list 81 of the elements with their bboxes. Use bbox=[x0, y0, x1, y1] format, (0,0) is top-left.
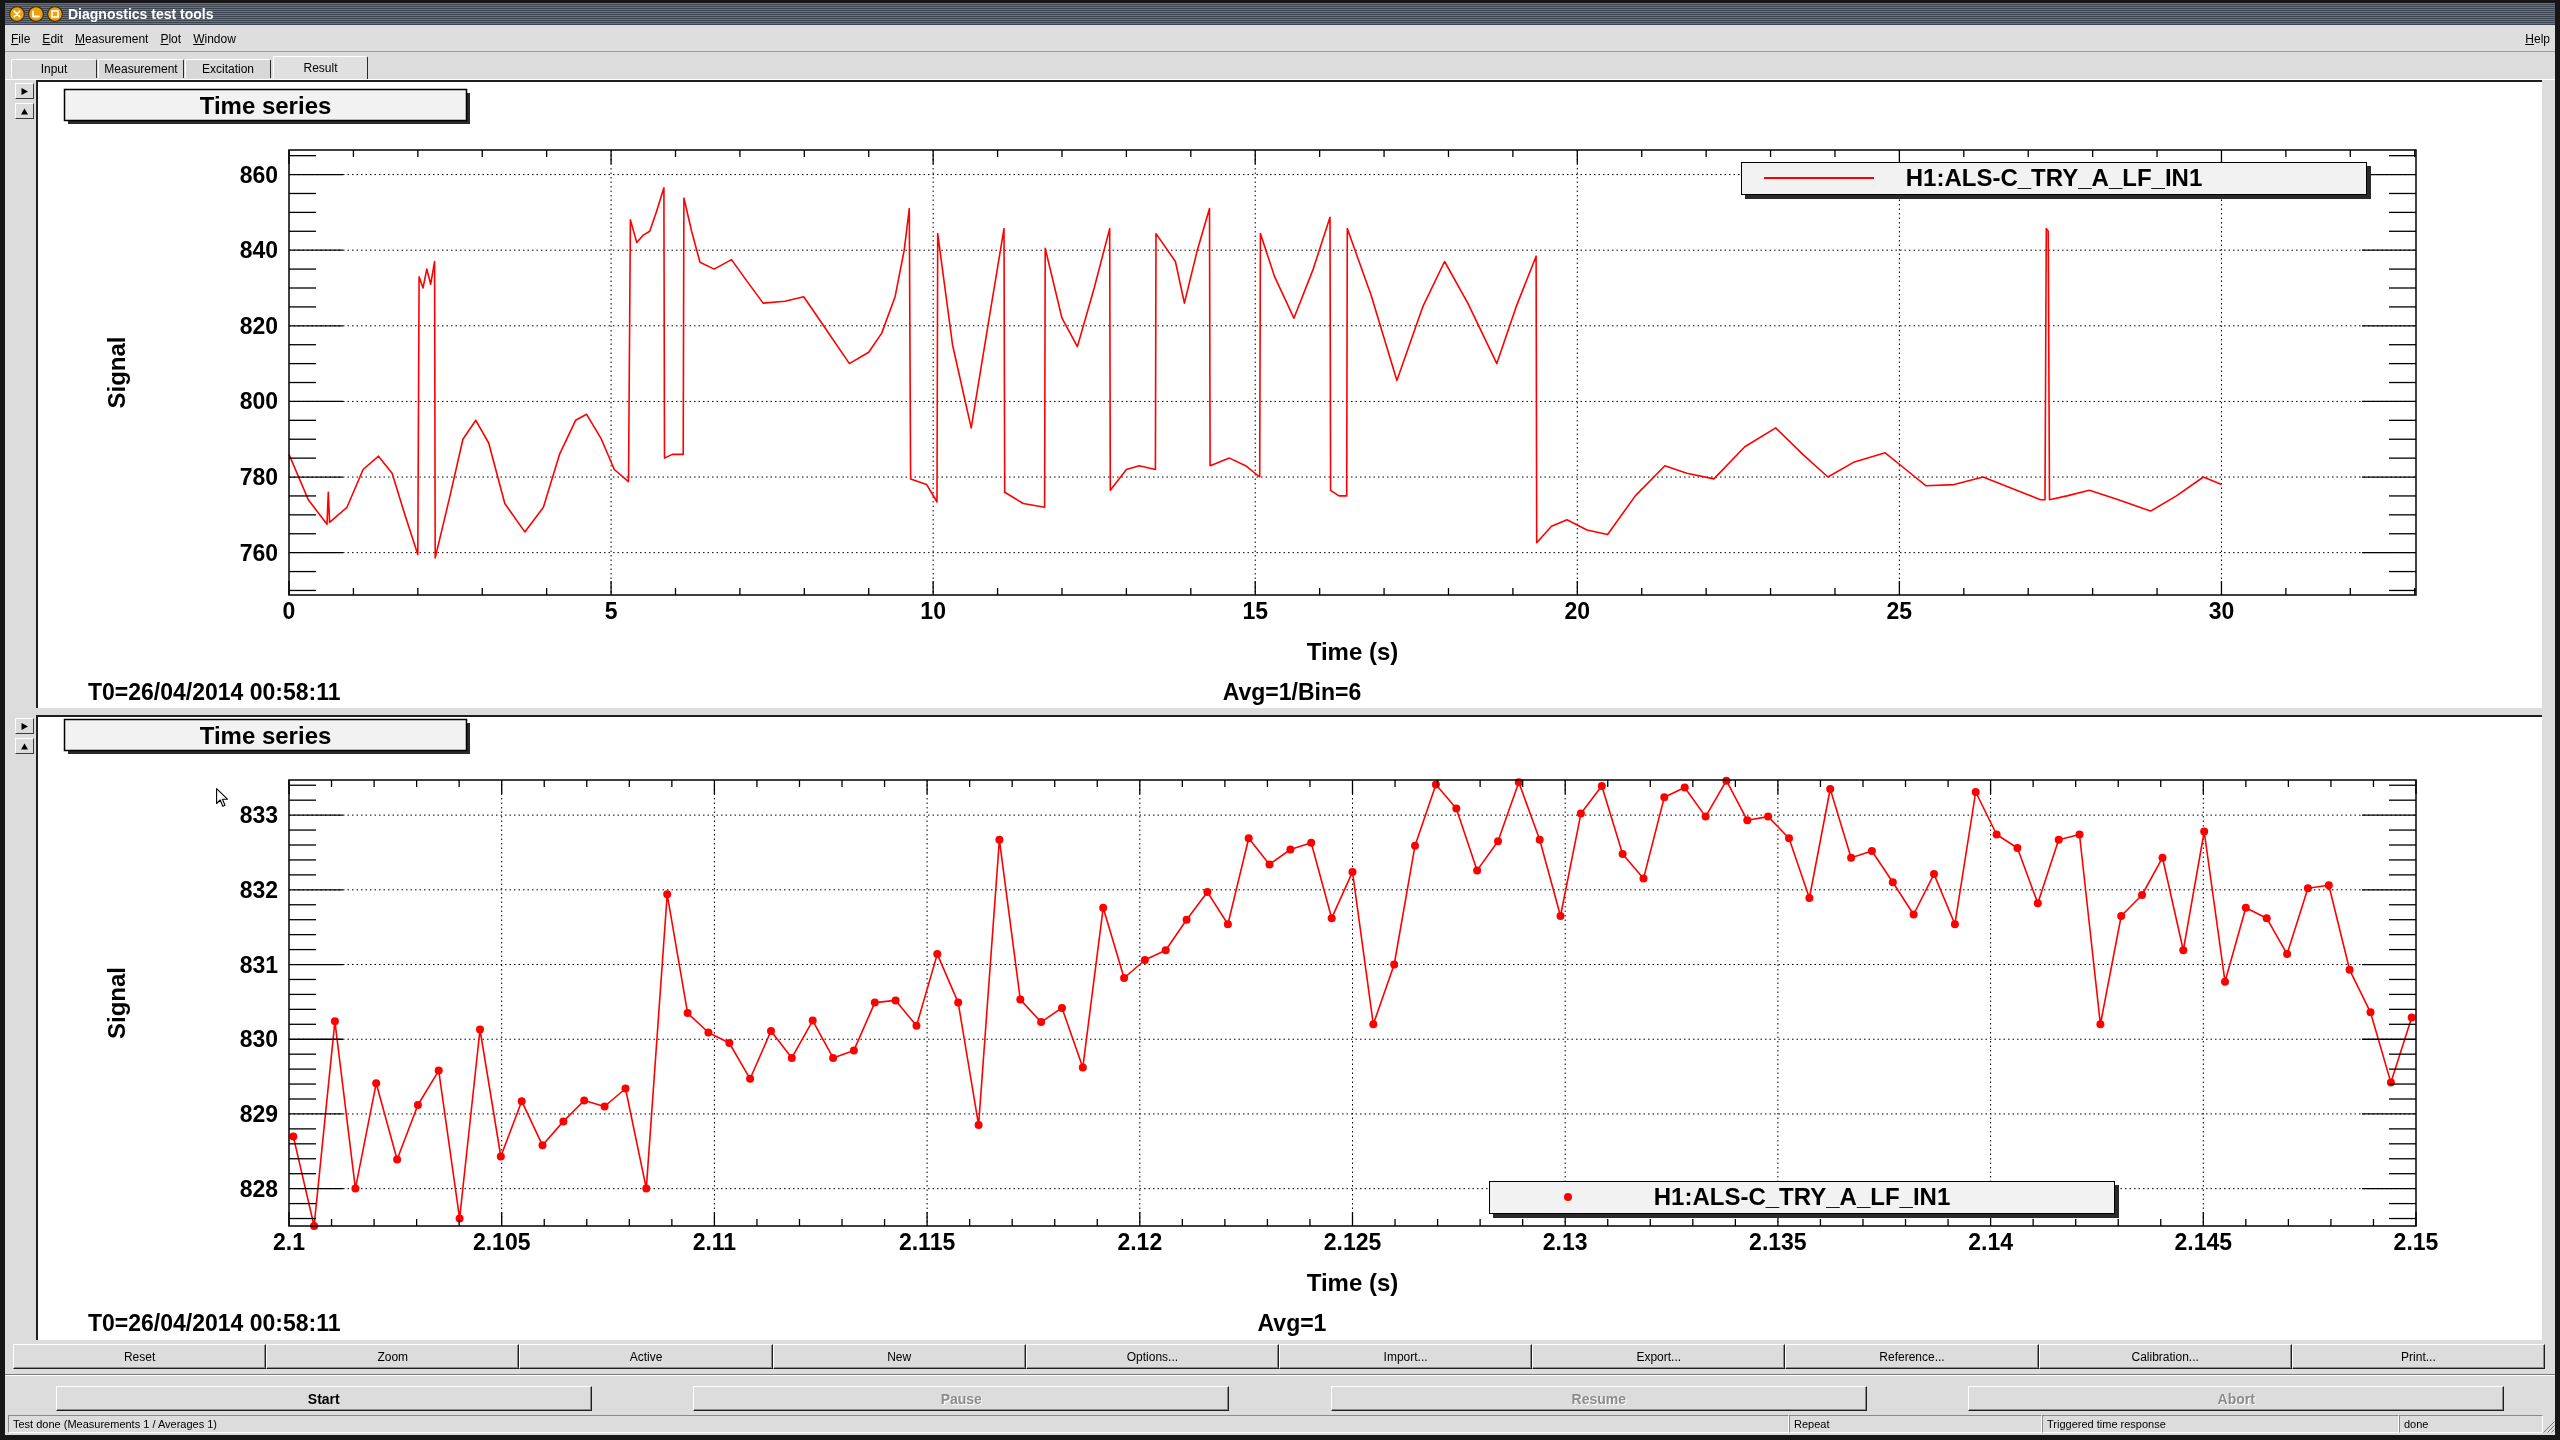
toolbar-button[interactable]: Active bbox=[519, 1344, 773, 1369]
right-arrow-button[interactable] bbox=[15, 718, 34, 734]
toolbar-button[interactable]: Export... bbox=[1532, 1344, 1786, 1369]
tick-label: 833 bbox=[239, 802, 278, 829]
run-button[interactable]: Start bbox=[55, 1386, 592, 1411]
triangle-right-icon bbox=[21, 87, 28, 95]
start-time-label: T0=26/04/2014 00:58:11 bbox=[88, 679, 341, 705]
legend-label: H1:ALS-C_TRY_A_LF_IN1 bbox=[1652, 1182, 1952, 1212]
status-field: Repeat bbox=[1789, 1415, 2042, 1433]
tick-label: 2.115 bbox=[898, 1229, 956, 1255]
tick-label: 760 bbox=[239, 539, 278, 566]
tab[interactable]: Measurement bbox=[98, 59, 184, 78]
tick-label: 5 bbox=[604, 598, 618, 624]
toolbar-button[interactable]: Print... bbox=[2291, 1344, 2545, 1369]
tick-label: 2.15 bbox=[2393, 1229, 2439, 1255]
toolbar-button[interactable]: Reference... bbox=[1785, 1344, 2039, 1369]
tick-label: 2.11 bbox=[692, 1229, 737, 1255]
right-arrow-button[interactable] bbox=[15, 83, 34, 99]
tab[interactable]: Excitation bbox=[185, 59, 271, 78]
toolbar-button[interactable]: Import... bbox=[1279, 1344, 1533, 1369]
axis-title: Signal bbox=[103, 336, 130, 409]
menu-item[interactable]: Plot bbox=[160, 31, 182, 46]
tick-label: 2.105 bbox=[472, 1229, 531, 1255]
status-field: done bbox=[2399, 1415, 2543, 1433]
menu-item[interactable]: Measurement bbox=[75, 31, 149, 46]
toolbar-button[interactable]: Calibration... bbox=[2038, 1344, 2292, 1369]
tick-label: 2.13 bbox=[1542, 1229, 1588, 1255]
tick-label: 829 bbox=[239, 1100, 278, 1127]
toolbar-button[interactable]: New bbox=[772, 1344, 1026, 1369]
tick-label: 2.125 bbox=[1323, 1229, 1382, 1255]
tick-label: 840 bbox=[239, 237, 278, 264]
menu-item[interactable]: Edit bbox=[42, 31, 64, 46]
tick-label: 0 bbox=[282, 598, 296, 624]
tick-label: 820 bbox=[239, 312, 278, 339]
resize-grip-icon bbox=[2543, 1421, 2555, 1433]
minimize-icon[interactable] bbox=[28, 6, 44, 22]
tick-label: 2.135 bbox=[1749, 1229, 1807, 1255]
tick-label: 828 bbox=[239, 1175, 278, 1202]
toolbar-button[interactable]: Options... bbox=[1025, 1344, 1279, 1369]
tick-label: 2.1 bbox=[273, 1229, 305, 1255]
plot-title: Time series bbox=[199, 721, 332, 749]
tick-label: 780 bbox=[239, 464, 278, 491]
axis-title: Signal bbox=[103, 967, 130, 1039]
tick-label: 2.145 bbox=[2174, 1229, 2233, 1255]
triangle-right-icon bbox=[21, 722, 28, 730]
tick-label: 830 bbox=[239, 1026, 278, 1053]
status-field: Triggered time response bbox=[2042, 1415, 2399, 1433]
averaging-label: Avg=1/Bin=6 bbox=[1222, 679, 1362, 705]
tick-label: 2.14 bbox=[1968, 1229, 2013, 1255]
triangle-up-icon bbox=[21, 107, 28, 115]
plot-title: Time series bbox=[199, 91, 332, 119]
legend-label: H1:ALS-C_TRY_A_LF_IN1 bbox=[1904, 163, 2204, 193]
start-time-label: T0=26/04/2014 00:58:11 bbox=[88, 1310, 341, 1336]
tick-label: 20 bbox=[1564, 598, 1591, 624]
tick-label: 860 bbox=[239, 161, 278, 188]
menu-item[interactable]: File bbox=[11, 31, 31, 46]
averaging-label: Avg=1 bbox=[1257, 1310, 1327, 1336]
window-title: Diagnostics test tools bbox=[68, 6, 214, 22]
tick-label: 2.12 bbox=[1117, 1229, 1163, 1255]
maximize-icon[interactable] bbox=[47, 6, 63, 22]
up-arrow-button[interactable] bbox=[15, 738, 34, 754]
tick-label: 832 bbox=[239, 876, 278, 903]
up-arrow-button[interactable] bbox=[15, 103, 34, 119]
menu-item[interactable]: Window bbox=[193, 31, 236, 46]
tick-label: 30 bbox=[2208, 598, 2235, 624]
help-menu[interactable]: Help bbox=[2525, 31, 2550, 46]
status-message: Test done (Measurements 1 / Averages 1) bbox=[8, 1415, 1789, 1433]
axis-title: Time (s) bbox=[1306, 638, 1399, 665]
toolbar-button[interactable]: Reset bbox=[13, 1344, 267, 1369]
tick-label: 25 bbox=[1886, 598, 1913, 624]
triangle-up-icon bbox=[21, 742, 28, 750]
tab[interactable]: Result bbox=[273, 56, 368, 79]
tick-label: 831 bbox=[239, 951, 278, 978]
tick-label: 10 bbox=[920, 598, 946, 624]
mouse-pointer-icon bbox=[216, 788, 228, 807]
tick-label: 15 bbox=[1242, 598, 1269, 624]
tab[interactable]: Input bbox=[11, 59, 97, 78]
tick-label: 800 bbox=[239, 388, 278, 415]
close-icon[interactable] bbox=[9, 6, 25, 22]
toolbar-button[interactable]: Zoom bbox=[266, 1344, 520, 1369]
axis-title: Time (s) bbox=[1306, 1269, 1399, 1296]
